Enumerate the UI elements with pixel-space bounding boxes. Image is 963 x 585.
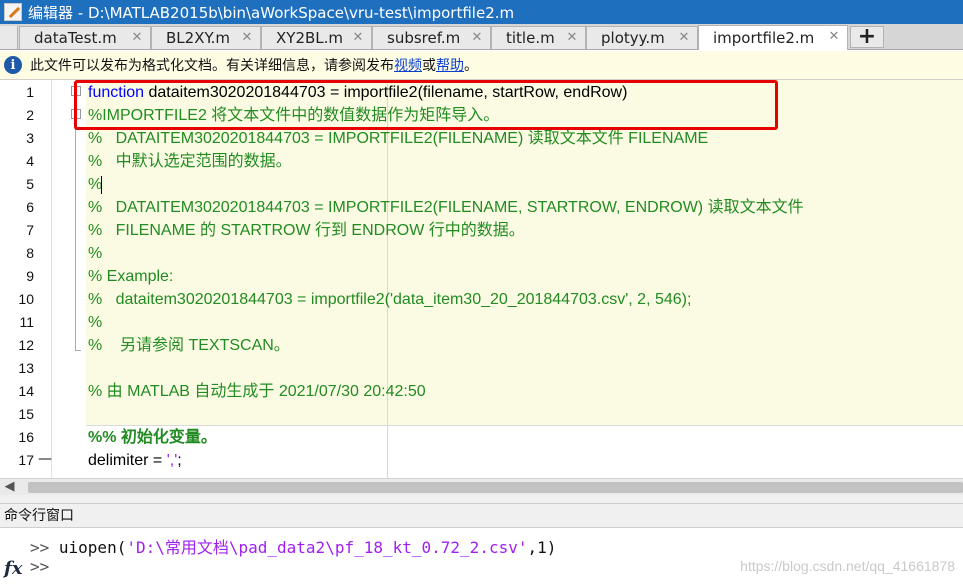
scrollbar-thumb[interactable] <box>28 482 963 493</box>
line-number: 4 <box>26 153 34 169</box>
line-number: 13 <box>18 360 34 376</box>
close-icon[interactable]: ✕ <box>677 31 691 45</box>
code-line-8: % <box>88 245 103 262</box>
tab-label: plotyy.m <box>601 29 665 47</box>
line-number: 2 <box>26 107 34 123</box>
tab-label: BL2XY.m <box>166 29 230 47</box>
close-icon[interactable]: ✕ <box>470 31 484 45</box>
close-icon[interactable]: ✕ <box>240 31 254 45</box>
publish-info-bar: i 此文件可以发布为格式化文档。有关详细信息，请参阅发布 视频 或 帮助 。 <box>0 51 963 80</box>
function-browser-icon[interactable]: fx <box>4 558 22 579</box>
code-line-16: %% 初始化变量。 <box>88 429 217 446</box>
editor-tab-strip: dataTest.m ✕ BL2XY.m ✕ XY2BL.m ✕ subsref… <box>0 24 963 50</box>
tab-label: title.m <box>506 29 555 47</box>
highlight-annotation-box <box>74 80 778 130</box>
line-number: 6 <box>26 199 34 215</box>
breakpoint-marker[interactable]: — <box>38 451 52 467</box>
code-line-4: % 中默认选定范围的数据。 <box>88 153 292 170</box>
tab-label: importfile2.m <box>713 29 815 47</box>
tab-xy2bl[interactable]: XY2BL.m ✕ <box>261 26 372 49</box>
code-line-3: % DATAITEM3020201844703 = IMPORTFILE2(FI… <box>88 130 709 147</box>
command-prompt: >> <box>30 557 50 576</box>
code-text: ; <box>177 452 182 469</box>
code-editor[interactable]: 1 2 3 4 5 6 7 8 9 10 11 12 13 14 15 16 1… <box>0 80 963 478</box>
line-number: 14 <box>18 383 34 399</box>
close-icon[interactable]: ✕ <box>565 31 579 45</box>
line-number: 5 <box>26 176 34 192</box>
tab-label: subsref.m <box>387 29 461 47</box>
code-line-9: % Example: <box>88 268 174 285</box>
scroll-left-arrow-icon[interactable]: ◀ <box>2 479 17 495</box>
info-text: 此文件可以发布为格式化文档。有关详细信息，请参阅发布 <box>30 58 394 74</box>
editor-app-icon <box>4 3 22 21</box>
command-history-line: >> uiopen('D:\常用文档\pad_data2\pf_18_kt_0.… <box>30 534 556 558</box>
tab-label: dataTest.m <box>34 29 117 47</box>
code-line-6: % DATAITEM3020201844703 = IMPORTFILE2(FI… <box>88 199 804 216</box>
tab-label: XY2BL.m <box>276 29 344 47</box>
command-text: ,1) <box>527 538 557 557</box>
help-link[interactable]: 帮助 <box>436 55 464 75</box>
tab-title[interactable]: title.m ✕ <box>491 26 586 49</box>
command-prompt: >> <box>30 538 50 557</box>
code-line-11: % <box>88 314 103 331</box>
info-icon: i <box>4 56 22 74</box>
line-number: 11 <box>19 314 34 330</box>
command-input-line[interactable]: >> <box>30 557 49 576</box>
watermark: https://blog.csdn.net/qq_41661878 <box>740 558 955 574</box>
line-number: 15 <box>18 406 34 422</box>
tab-plotyy[interactable]: plotyy.m ✕ <box>586 26 698 49</box>
code-line-14: % 由 MATLAB 自动生成于 2021/07/30 20:42:50 <box>88 383 426 400</box>
cell-divider <box>86 425 963 426</box>
code-folding-column: - - <box>52 80 86 478</box>
line-number: 17 <box>18 452 34 468</box>
code-line-12: % 另请参阅 TEXTSCAN。 <box>88 337 290 354</box>
info-text-or: 或 <box>422 58 436 74</box>
command-window[interactable]: >> uiopen('D:\常用文档\pad_data2\pf_18_kt_0.… <box>0 528 963 585</box>
command-string: 'D:\常用文档\pad_data2\pf_18_kt_0.72_2.csv' <box>126 538 528 557</box>
line-number-gutter: 1 2 3 4 5 6 7 8 9 10 11 12 13 14 15 16 1… <box>0 80 52 478</box>
line-number: 7 <box>26 222 34 238</box>
tab-bl2xy[interactable]: BL2XY.m ✕ <box>151 26 261 49</box>
window-title: 编辑器 - D:\MATLAB2015b\bin\aWorkSpace\vru-… <box>28 3 515 22</box>
line-number: 10 <box>18 291 34 307</box>
line-number: 1 <box>26 84 34 100</box>
text-cursor <box>101 176 102 194</box>
panel-splitter[interactable] <box>0 495 963 504</box>
close-icon[interactable]: ✕ <box>827 30 841 44</box>
line-number: 8 <box>26 245 34 261</box>
close-icon[interactable]: ✕ <box>351 31 365 45</box>
command-window-header: 命令行窗口 <box>0 504 963 528</box>
code-line-17: delimiter = ','; <box>88 449 182 472</box>
line-number: 12 <box>18 337 34 353</box>
line-number: 9 <box>26 268 34 284</box>
code-text: delimiter = <box>88 452 167 469</box>
tab-subsref[interactable]: subsref.m ✕ <box>372 26 491 49</box>
info-text-end: 。 <box>464 58 478 74</box>
string-literal: ',' <box>166 452 178 469</box>
code-line-7: % FILENAME 的 STARTROW 行到 ENDROW 行中的数据。 <box>88 222 525 239</box>
command-text: uiopen( <box>49 538 127 557</box>
code-line-10: % dataitem3020201844703 = importfile2('d… <box>88 291 692 308</box>
new-tab-button[interactable]: + <box>850 26 884 48</box>
window-titlebar: 编辑器 - D:\MATLAB2015b\bin\aWorkSpace\vru-… <box>0 0 963 24</box>
tab-scroll-left[interactable] <box>0 26 18 49</box>
fold-guide-line <box>75 120 76 350</box>
tab-datatest[interactable]: dataTest.m ✕ <box>19 26 151 49</box>
tab-importfile2[interactable]: importfile2.m ✕ <box>698 25 848 50</box>
video-link[interactable]: 视频 <box>394 55 422 75</box>
fold-guide-end <box>75 350 81 351</box>
line-number: 3 <box>26 130 34 146</box>
line-number: 16 <box>18 429 34 445</box>
editor-horizontal-scrollbar[interactable]: ◀ <box>0 478 963 495</box>
close-icon[interactable]: ✕ <box>130 31 144 45</box>
